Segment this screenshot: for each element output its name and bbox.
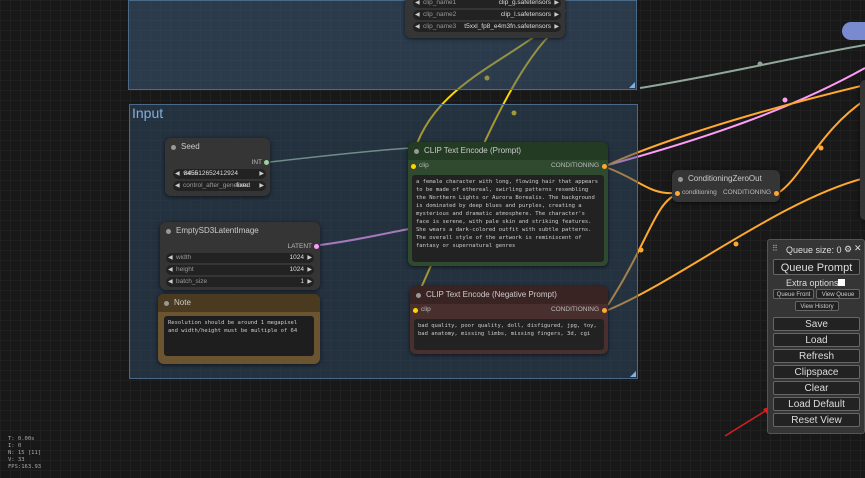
group-title: Input <box>132 105 164 121</box>
canvas-menu-toggle[interactable] <box>842 22 865 40</box>
node-title: CLIP Text Encode (Prompt) <box>408 142 608 160</box>
load-button[interactable]: Load <box>773 333 860 347</box>
queue-menu: ⠿ Queue size: 0 ⚙ ✕ Queue Prompt Extra o… <box>767 239 865 434</box>
reset-view-button[interactable]: Reset View <box>773 413 860 427</box>
close-icon[interactable]: ✕ <box>854 243 862 254</box>
input-label: conditioning <box>682 189 717 196</box>
widget-seed-value[interactable]: ◀ value 845512652412924 ▶ <box>173 169 266 179</box>
extra-options-checkbox[interactable] <box>838 279 845 286</box>
output-label: CONDITIONING <box>550 306 599 313</box>
queue-front-button[interactable]: Queue Front <box>773 289 814 299</box>
drag-handle[interactable]: ⠿ <box>772 244 778 253</box>
negative-textarea[interactable]: bad quality, poor quality, doll, disfigu… <box>414 319 604 350</box>
view-history-button[interactable]: View History <box>795 301 839 311</box>
output-slot[interactable] <box>602 308 607 313</box>
widget-clip-name3[interactable]: ◀ clip_name3 t5xxl_fp8_e4m3fn.safetensor… <box>413 22 561 32</box>
input-slot-clip[interactable] <box>413 308 418 313</box>
input-slot-clip[interactable] <box>411 164 416 169</box>
seed-node[interactable]: Seed INT ◀ value 845512652412924 ▶ ◀ con… <box>165 138 270 196</box>
refresh-button[interactable]: Refresh <box>773 349 860 363</box>
latent-node[interactable]: EmptySD3LatentImage LATENT ◀ width 1024 … <box>160 222 320 290</box>
node-title: EmptySD3LatentImage <box>160 222 320 240</box>
note-textarea[interactable]: Resolution should be around 1 megapixel … <box>164 316 314 356</box>
annotation-arrow <box>724 407 771 437</box>
load-default-button[interactable]: Load Default <box>773 397 860 411</box>
settings-icon[interactable]: ⚙ <box>844 244 852 255</box>
save-button[interactable]: Save <box>773 317 860 331</box>
queue-prompt-button[interactable]: Queue Prompt <box>773 259 860 275</box>
output-label: CONDITIONING <box>550 162 599 169</box>
node-title: CLIP Text Encode (Negative Prompt) <box>410 286 608 304</box>
output-label: LATENT <box>287 243 312 250</box>
node-title: ConditioningZeroOut <box>672 170 780 188</box>
output-slot[interactable] <box>602 164 607 169</box>
widget-width[interactable]: ◀ width 1024 ▶ <box>166 253 314 263</box>
output-slot[interactable] <box>774 191 779 196</box>
node-title: Note <box>158 294 320 312</box>
extra-options-label: Extra options <box>786 278 839 288</box>
queue-size-label: Queue size: 0 <box>786 245 842 255</box>
widget-height[interactable]: ◀ height 1024 ▶ <box>166 265 314 275</box>
conditioning-zero-out-node[interactable]: ConditioningZeroOut conditioning CONDITI… <box>672 170 780 202</box>
input-label: clip <box>421 306 431 313</box>
resize-handle[interactable] <box>630 371 636 377</box>
input-label: clip <box>419 162 429 169</box>
node-title: Seed <box>165 138 270 156</box>
input-slot[interactable] <box>675 191 680 196</box>
output-label: INT <box>251 159 262 166</box>
clear-button[interactable]: Clear <box>773 381 860 395</box>
widget-batch-size[interactable]: ◀ batch_size 1 ▶ <box>166 277 314 287</box>
output-slot[interactable] <box>314 244 319 249</box>
render-stats: T: 0.00s I: 0 N: 15 [11] V: 33 FPS:163.9… <box>8 436 42 470</box>
clipspace-button[interactable]: Clipspace <box>773 365 860 379</box>
note-node[interactable]: Note Resolution should be around 1 megap… <box>158 294 320 364</box>
clip-text-encode-positive[interactable]: CLIP Text Encode (Prompt) clip CONDITION… <box>408 142 608 266</box>
offscreen-node-edge[interactable] <box>860 80 865 220</box>
widget-control-after-generate[interactable]: ◀ control_after_generate fixed ▶ <box>173 181 266 191</box>
output-slot[interactable] <box>264 160 269 165</box>
prompt-textarea[interactable]: a female character with long, flowing ha… <box>412 175 604 262</box>
widget-clip-name1[interactable]: ◀ clip_name1 clip_g.safetensors ▶ <box>413 0 561 8</box>
widget-clip-name2[interactable]: ◀ clip_name2 clip_l.safetensors ▶ <box>413 10 561 20</box>
clip-text-encode-negative[interactable]: CLIP Text Encode (Negative Prompt) clip … <box>410 286 608 354</box>
resize-handle[interactable] <box>629 82 635 88</box>
cond-pos-wire <box>607 67 865 166</box>
model-wire <box>639 44 865 89</box>
clip-loader-node[interactable]: ◀ clip_name1 clip_g.safetensors ▶ ◀ clip… <box>405 0 565 38</box>
view-queue-button[interactable]: View Queue <box>816 289 860 299</box>
output-label: CONDITIONING <box>722 189 771 196</box>
